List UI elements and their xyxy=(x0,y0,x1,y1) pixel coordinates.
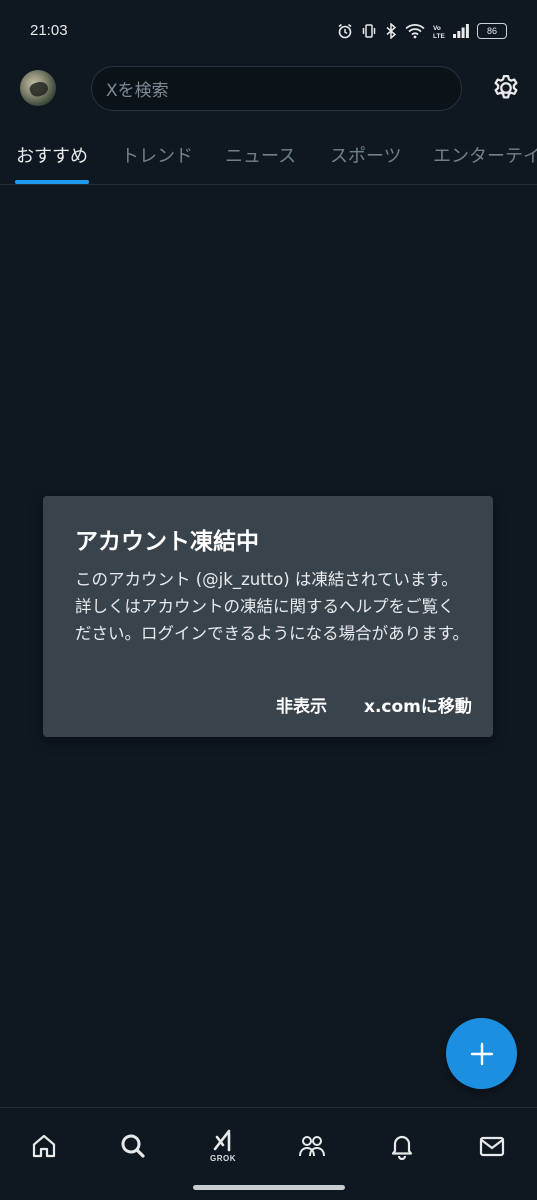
avatar[interactable] xyxy=(20,70,56,106)
home-indicator[interactable] xyxy=(193,1185,345,1190)
dialog-title: アカウント凍結中 xyxy=(75,529,259,555)
status-bar: 21:03 Vo LTE 86 xyxy=(0,0,537,62)
signal-icon xyxy=(453,24,469,38)
communities-icon xyxy=(299,1136,325,1157)
bell-icon xyxy=(391,1135,413,1160)
compose-button[interactable] xyxy=(446,1018,517,1089)
home-icon xyxy=(32,1134,56,1158)
tab-entertainment[interactable]: エンターテイ xyxy=(433,142,537,168)
grok-icon xyxy=(213,1129,231,1152)
nav-communities[interactable] xyxy=(292,1126,332,1166)
timeline-tabs: おすすめ トレンド ニュース スポーツ エンターテイ xyxy=(0,130,537,185)
grok-label: GROK xyxy=(210,1154,236,1163)
nav-home[interactable] xyxy=(24,1126,64,1166)
wifi-icon xyxy=(405,24,425,39)
tab-sports[interactable]: スポーツ xyxy=(330,142,402,168)
go-to-xcom-button[interactable]: x.comに移動 xyxy=(364,692,472,717)
tab-recommended[interactable]: おすすめ xyxy=(16,142,88,168)
tab-trends[interactable]: トレンド xyxy=(121,142,193,168)
svg-text:LTE: LTE xyxy=(433,33,445,39)
battery-indicator: 86 xyxy=(477,23,507,39)
status-time: 21:03 xyxy=(30,21,68,39)
account-suspended-dialog: アカウント凍結中 このアカウント (@jk_zutto) は凍結されています。詳… xyxy=(43,496,493,737)
plus-icon xyxy=(470,1042,493,1065)
nav-search[interactable] xyxy=(113,1126,153,1166)
status-icons: Vo LTE 86 xyxy=(337,23,507,39)
search-icon xyxy=(121,1134,145,1158)
hide-button[interactable]: 非表示 xyxy=(276,692,327,717)
active-tab-indicator xyxy=(15,180,89,184)
top-header: Xを検索 xyxy=(0,62,537,118)
bluetooth-icon xyxy=(386,23,397,39)
gear-icon[interactable] xyxy=(491,73,521,103)
nav-grok[interactable]: GROK xyxy=(203,1126,243,1166)
nav-notifications[interactable] xyxy=(382,1126,422,1166)
nav-messages[interactable] xyxy=(472,1126,512,1166)
search-input[interactable]: Xを検索 xyxy=(91,66,462,111)
dialog-message: このアカウント (@jk_zutto) は凍結されています。詳しくはアカウントの… xyxy=(75,570,470,643)
svg-text:Vo: Vo xyxy=(433,25,441,32)
vibrate-icon xyxy=(362,24,376,38)
mail-icon xyxy=(479,1136,505,1157)
alarm-icon xyxy=(338,23,352,39)
tab-news[interactable]: ニュース xyxy=(225,142,296,168)
volte-icon: VoLTE xyxy=(433,25,445,39)
